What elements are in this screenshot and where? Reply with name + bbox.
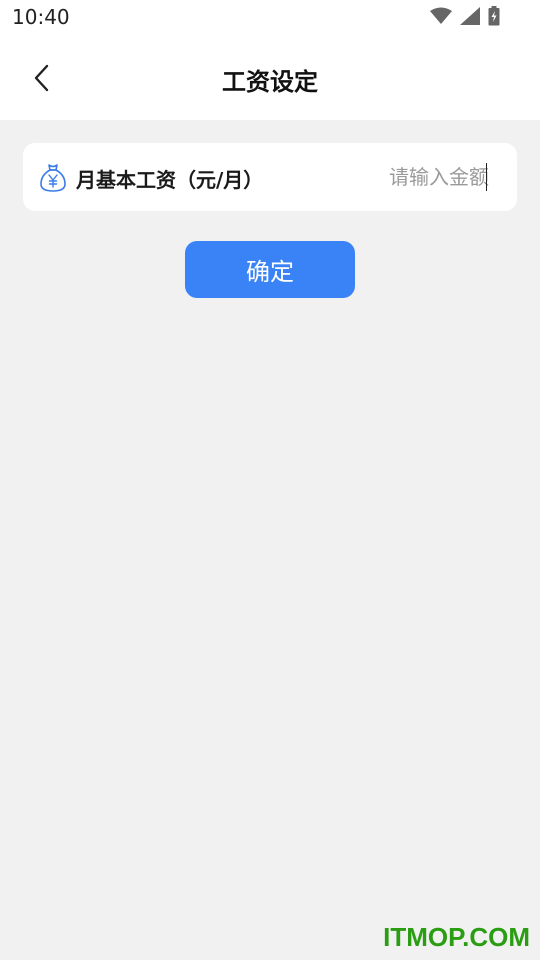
page-title: 工资设定 <box>222 68 318 96</box>
watermark: ITMOP.COM <box>383 922 530 952</box>
status-time: 10:40 <box>12 5 70 29</box>
battery-icon <box>488 6 500 30</box>
salary-field-card: 月基本工资（元/月） <box>23 143 517 211</box>
salary-label: 月基本工资（元/月） <box>76 168 264 192</box>
money-bag-icon <box>39 163 67 193</box>
text-cursor <box>485 163 487 191</box>
signal-icon <box>460 7 480 29</box>
status-icons <box>430 6 500 30</box>
confirm-button[interactable]: 确定 <box>185 241 355 298</box>
salary-amount-input[interactable] <box>339 157 489 197</box>
wifi-icon <box>430 7 452 29</box>
app-bar: 工资设定 <box>0 36 540 120</box>
status-bar: 10:40 <box>0 0 540 36</box>
